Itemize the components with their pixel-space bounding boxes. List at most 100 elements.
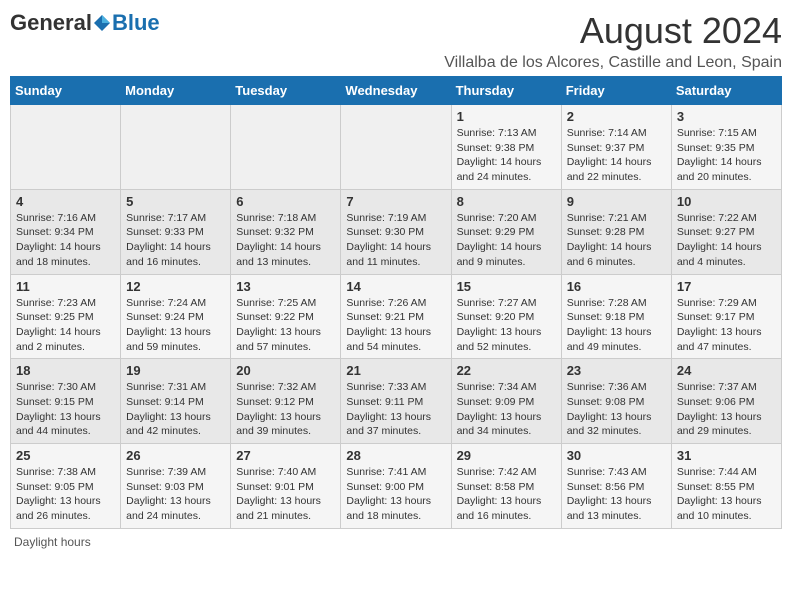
calendar-cell: 14 Sunrise: 7:26 AM Sunset: 9:21 PM Dayli… xyxy=(341,274,451,359)
calendar-cell: 3 Sunrise: 7:15 AM Sunset: 9:35 PM Daylig… xyxy=(671,105,781,190)
day-number: 16 xyxy=(567,279,666,294)
subtitle: Villalba de los Alcores, Castille and Le… xyxy=(444,54,782,72)
day-detail: Sunrise: 7:31 AM Sunset: 9:14 PM Dayligh… xyxy=(126,380,225,439)
calendar-cell: 12 Sunrise: 7:24 AM Sunset: 9:24 PM Dayli… xyxy=(121,274,231,359)
weekday-header-friday: Friday xyxy=(561,77,671,105)
day-detail: Sunrise: 7:27 AM Sunset: 9:20 PM Dayligh… xyxy=(457,296,556,355)
day-number: 12 xyxy=(126,279,225,294)
day-detail: Sunrise: 7:28 AM Sunset: 9:18 PM Dayligh… xyxy=(567,296,666,355)
calendar-cell: 1 Sunrise: 7:13 AM Sunset: 9:38 PM Daylig… xyxy=(451,105,561,190)
page-container: General Blue August 2024 Villalba de los… xyxy=(10,10,782,549)
day-detail: Sunrise: 7:38 AM Sunset: 9:05 PM Dayligh… xyxy=(16,465,115,524)
calendar-cell: 25Sunrise: 7:38 AM Sunset: 9:05 PM Dayli… xyxy=(11,444,121,529)
day-number: 24 xyxy=(677,363,776,378)
calendar-cell: 13Sunrise: 7:25 AM Sunset: 9:22 PM Dayli… xyxy=(231,274,341,359)
calendar-cell xyxy=(11,105,121,190)
day-number: 31 xyxy=(677,448,776,463)
calendar-cell: 27Sunrise: 7:40 AM Sunset: 9:01 PM Dayli… xyxy=(231,444,341,529)
day-detail: Sunrise: 7:15 AM Sunset: 9:35 PM Dayligh… xyxy=(677,126,776,185)
calendar-week-row: 25Sunrise: 7:38 AM Sunset: 9:05 PM Dayli… xyxy=(11,444,782,529)
logo-general-text: General xyxy=(10,10,92,36)
day-number: 5 xyxy=(126,194,225,209)
calendar-cell: 20 Sunrise: 7:32 AM Sunset: 9:12 PM Dayli… xyxy=(231,359,341,444)
day-number: 21 xyxy=(346,363,445,378)
calendar-cell: 21Sunrise: 7:33 AM Sunset: 9:11 PM Dayli… xyxy=(341,359,451,444)
calendar-cell xyxy=(121,105,231,190)
day-number: 7 xyxy=(346,194,445,209)
calendar-cell: 22Sunrise: 7:34 AM Sunset: 9:09 PM Dayli… xyxy=(451,359,561,444)
calendar-cell: 11Sunrise: 7:23 AM Sunset: 9:25 PM Dayli… xyxy=(11,274,121,359)
calendar-cell: 10 Sunrise: 7:22 AM Sunset: 9:27 PM Dayli… xyxy=(671,189,781,274)
day-number: 6 xyxy=(236,194,335,209)
day-number: 19 xyxy=(126,363,225,378)
day-detail: Sunrise: 7:14 AM Sunset: 9:37 PM Dayligh… xyxy=(567,126,666,185)
day-number: 28 xyxy=(346,448,445,463)
calendar-table: SundayMondayTuesdayWednesdayThursdayFrid… xyxy=(10,76,782,529)
calendar-cell xyxy=(231,105,341,190)
day-detail: Sunrise: 7:20 AM Sunset: 9:29 PM Dayligh… xyxy=(457,211,556,270)
calendar-cell: 17 Sunrise: 7:29 AM Sunset: 9:17 PM Dayli… xyxy=(671,274,781,359)
weekday-header-saturday: Saturday xyxy=(671,77,781,105)
logo-flag-icon xyxy=(93,14,111,32)
logo: General Blue xyxy=(10,10,160,36)
day-number: 26 xyxy=(126,448,225,463)
day-detail: Sunrise: 7:17 AM Sunset: 9:33 PM Dayligh… xyxy=(126,211,225,270)
calendar-cell: 16 Sunrise: 7:28 AM Sunset: 9:18 PM Dayli… xyxy=(561,274,671,359)
day-detail: Sunrise: 7:44 AM Sunset: 8:55 PM Dayligh… xyxy=(677,465,776,524)
calendar-cell: 2Sunrise: 7:14 AM Sunset: 9:37 PM Daylig… xyxy=(561,105,671,190)
calendar-cell: 8 Sunrise: 7:20 AM Sunset: 9:29 PM Daylig… xyxy=(451,189,561,274)
calendar-cell: 9Sunrise: 7:21 AM Sunset: 9:28 PM Daylig… xyxy=(561,189,671,274)
day-detail: Sunrise: 7:21 AM Sunset: 9:28 PM Dayligh… xyxy=(567,211,666,270)
day-detail: Sunrise: 7:32 AM Sunset: 9:12 PM Dayligh… xyxy=(236,380,335,439)
calendar-cell: 23Sunrise: 7:36 AM Sunset: 9:08 PM Dayli… xyxy=(561,359,671,444)
day-detail: Sunrise: 7:29 AM Sunset: 9:17 PM Dayligh… xyxy=(677,296,776,355)
calendar-cell: 26 Sunrise: 7:39 AM Sunset: 9:03 PM Dayli… xyxy=(121,444,231,529)
day-number: 13 xyxy=(236,279,335,294)
calendar-cell: 30Sunrise: 7:43 AM Sunset: 8:56 PM Dayli… xyxy=(561,444,671,529)
calendar-cell: 15Sunrise: 7:27 AM Sunset: 9:20 PM Dayli… xyxy=(451,274,561,359)
day-number: 8 xyxy=(457,194,556,209)
day-detail: Sunrise: 7:22 AM Sunset: 9:27 PM Dayligh… xyxy=(677,211,776,270)
day-number: 29 xyxy=(457,448,556,463)
day-number: 10 xyxy=(677,194,776,209)
calendar-cell: 24Sunrise: 7:37 AM Sunset: 9:06 PM Dayli… xyxy=(671,359,781,444)
day-detail: Sunrise: 7:41 AM Sunset: 9:00 PM Dayligh… xyxy=(346,465,445,524)
footer-note: Daylight hours xyxy=(10,535,782,549)
logo-blue-text: Blue xyxy=(112,10,160,36)
day-detail: Sunrise: 7:23 AM Sunset: 9:25 PM Dayligh… xyxy=(16,296,115,355)
day-number: 20 xyxy=(236,363,335,378)
day-detail: Sunrise: 7:19 AM Sunset: 9:30 PM Dayligh… xyxy=(346,211,445,270)
day-number: 4 xyxy=(16,194,115,209)
day-number: 27 xyxy=(236,448,335,463)
calendar-week-row: 11Sunrise: 7:23 AM Sunset: 9:25 PM Dayli… xyxy=(11,274,782,359)
calendar-cell: 4 Sunrise: 7:16 AM Sunset: 9:34 PM Daylig… xyxy=(11,189,121,274)
calendar-cell: 31 Sunrise: 7:44 AM Sunset: 8:55 PM Dayli… xyxy=(671,444,781,529)
day-number: 30 xyxy=(567,448,666,463)
weekday-header-sunday: Sunday xyxy=(11,77,121,105)
day-detail: Sunrise: 7:18 AM Sunset: 9:32 PM Dayligh… xyxy=(236,211,335,270)
day-number: 3 xyxy=(677,109,776,124)
day-number: 1 xyxy=(457,109,556,124)
calendar-cell: 28 Sunrise: 7:41 AM Sunset: 9:00 PM Dayli… xyxy=(341,444,451,529)
calendar-cell xyxy=(341,105,451,190)
day-number: 14 xyxy=(346,279,445,294)
day-number: 18 xyxy=(16,363,115,378)
day-detail: Sunrise: 7:16 AM Sunset: 9:34 PM Dayligh… xyxy=(16,211,115,270)
weekday-header-row: SundayMondayTuesdayWednesdayThursdayFrid… xyxy=(11,77,782,105)
day-detail: Sunrise: 7:34 AM Sunset: 9:09 PM Dayligh… xyxy=(457,380,556,439)
weekday-header-monday: Monday xyxy=(121,77,231,105)
day-detail: Sunrise: 7:26 AM Sunset: 9:21 PM Dayligh… xyxy=(346,296,445,355)
weekday-header-tuesday: Tuesday xyxy=(231,77,341,105)
calendar-cell: 29 Sunrise: 7:42 AM Sunset: 8:58 PM Dayli… xyxy=(451,444,561,529)
day-detail: Sunrise: 7:42 AM Sunset: 8:58 PM Dayligh… xyxy=(457,465,556,524)
weekday-header-thursday: Thursday xyxy=(451,77,561,105)
weekday-header-wednesday: Wednesday xyxy=(341,77,451,105)
day-detail: Sunrise: 7:30 AM Sunset: 9:15 PM Dayligh… xyxy=(16,380,115,439)
calendar-cell: 6 Sunrise: 7:18 AM Sunset: 9:32 PM Daylig… xyxy=(231,189,341,274)
day-detail: Sunrise: 7:39 AM Sunset: 9:03 PM Dayligh… xyxy=(126,465,225,524)
day-number: 17 xyxy=(677,279,776,294)
day-detail: Sunrise: 7:13 AM Sunset: 9:38 PM Dayligh… xyxy=(457,126,556,185)
day-detail: Sunrise: 7:24 AM Sunset: 9:24 PM Dayligh… xyxy=(126,296,225,355)
calendar-cell: 7 Sunrise: 7:19 AM Sunset: 9:30 PM Daylig… xyxy=(341,189,451,274)
main-title: August 2024 xyxy=(444,10,782,52)
